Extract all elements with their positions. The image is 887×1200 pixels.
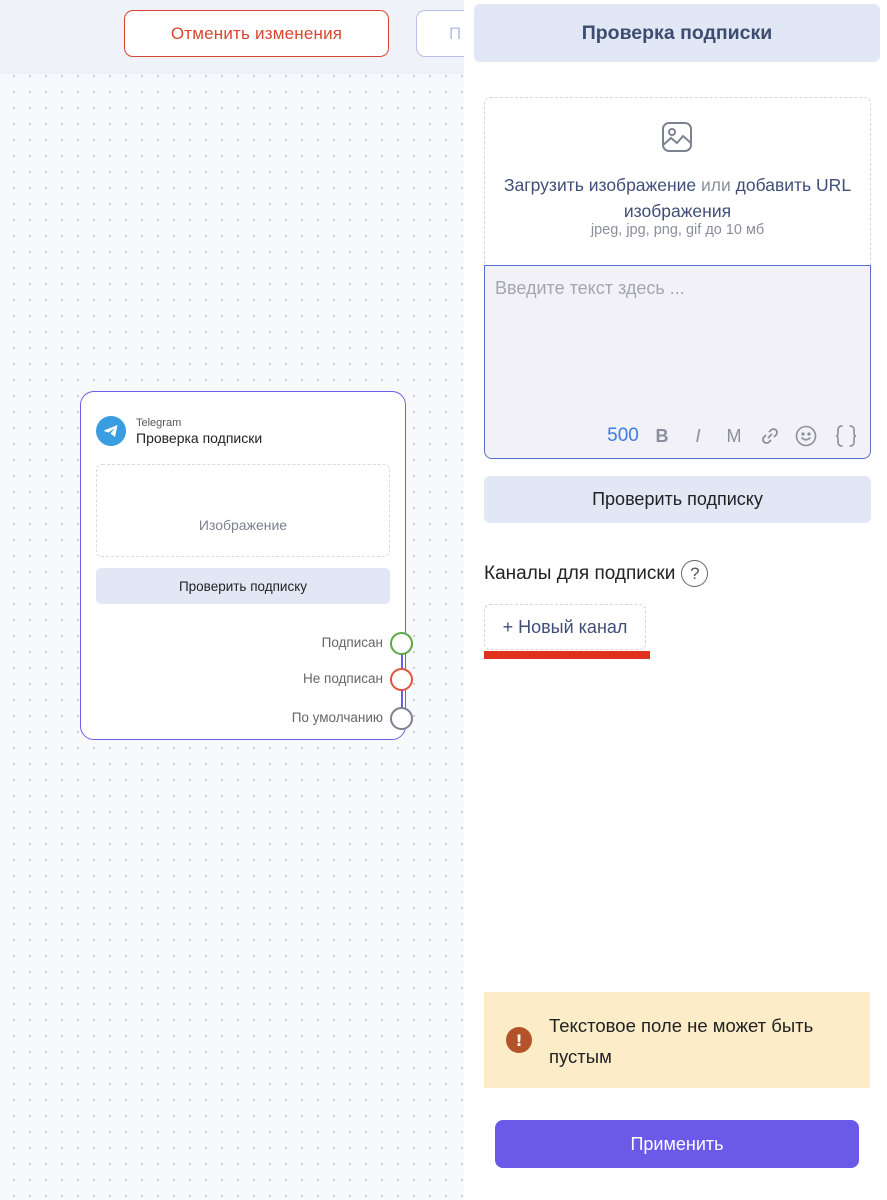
apply-button[interactable]: Применить bbox=[495, 1120, 859, 1168]
telegram-icon bbox=[96, 416, 126, 446]
bold-button[interactable]: B bbox=[651, 424, 673, 448]
editor-toolbar: 500 B I M bbox=[485, 424, 870, 448]
node-title: Проверка подписки bbox=[136, 430, 263, 446]
italic-button[interactable]: I bbox=[687, 424, 709, 448]
image-upload-zone[interactable]: Загрузить изображение или добавить URL и… bbox=[484, 97, 871, 267]
message-text-input[interactable] bbox=[495, 278, 855, 418]
panel-title: Проверка подписки bbox=[474, 4, 880, 62]
port-label-not-subscribed: Не подписан bbox=[303, 671, 383, 686]
upload-image-link[interactable]: Загрузить изображение bbox=[504, 175, 696, 195]
channels-section-label: Каналы для подписки ? bbox=[484, 560, 709, 587]
channels-label-text: Каналы для подписки bbox=[484, 562, 676, 584]
add-channel-button[interactable]: + Новый канал bbox=[484, 604, 646, 650]
port-not-subscribed[interactable] bbox=[390, 668, 413, 691]
help-icon[interactable]: ? bbox=[681, 560, 709, 587]
settings-panel: Проверка подписки Загрузить изображение … bbox=[464, 0, 887, 1200]
node-check-subscription-button: Проверить подписку bbox=[96, 568, 390, 604]
upload-connector-text: или bbox=[701, 175, 731, 195]
check-subscription-button[interactable]: Проверить подписку bbox=[484, 476, 871, 523]
upload-format-hint: jpeg, jpg, png, gif до 10 мб bbox=[590, 222, 765, 238]
validation-error-banner: ! Текстовое поле не может быть пустым bbox=[484, 992, 870, 1088]
port-label-subscribed: Подписан bbox=[321, 635, 383, 650]
emoji-icon[interactable] bbox=[793, 424, 819, 448]
cancel-changes-button[interactable]: Отменить изменения bbox=[124, 10, 389, 57]
image-icon bbox=[660, 120, 694, 158]
error-icon: ! bbox=[506, 1027, 532, 1053]
upload-instructions: Загрузить изображение или добавить URL и… bbox=[485, 172, 870, 224]
message-text-editor: 500 B I M bbox=[484, 265, 871, 459]
node-platform-label: Telegram bbox=[136, 417, 182, 429]
highlight-underline bbox=[484, 651, 650, 659]
port-label-default: По умолчанию bbox=[291, 710, 383, 725]
monospace-button[interactable]: M bbox=[723, 424, 745, 448]
flow-node-subscription-check[interactable]: Telegram Проверка подписки Изображение П… bbox=[80, 391, 413, 740]
char-counter: 500 bbox=[607, 425, 639, 446]
top-toolbar: Отменить изменения П bbox=[0, 0, 496, 74]
node-image-placeholder: Изображение bbox=[96, 464, 390, 557]
link-icon[interactable] bbox=[758, 424, 782, 448]
error-message: Текстовое поле не может быть пустым bbox=[549, 1015, 814, 1067]
port-subscribed[interactable] bbox=[390, 632, 413, 655]
port-default[interactable] bbox=[390, 707, 413, 730]
variables-icon[interactable] bbox=[833, 424, 859, 448]
